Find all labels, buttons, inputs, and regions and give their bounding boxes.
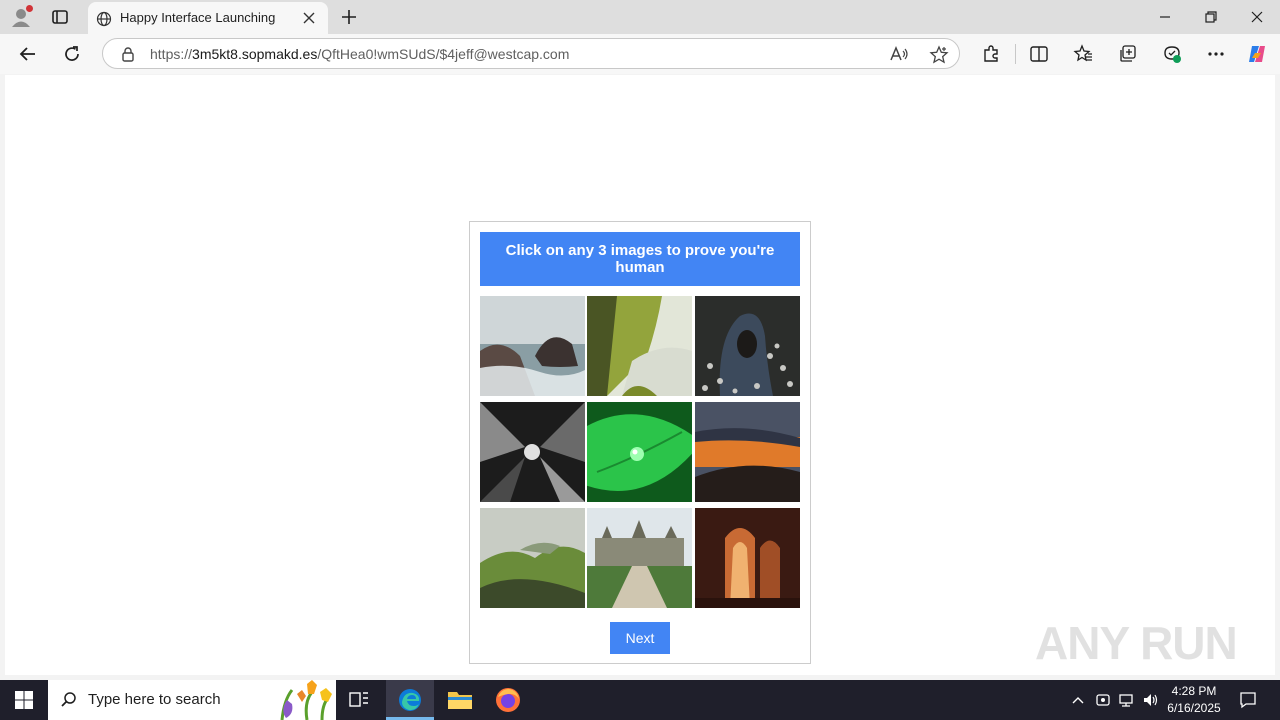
minimize-icon[interactable] — [1156, 8, 1174, 26]
close-tab-icon[interactable] — [302, 11, 316, 25]
split-screen-icon[interactable] — [1029, 44, 1049, 64]
green-mountains-image — [480, 508, 585, 608]
captcha-tile-sea-rocks[interactable] — [480, 296, 585, 396]
green-coast-image — [587, 296, 692, 396]
taskbar-edge-button[interactable] — [386, 680, 434, 720]
next-button[interactable]: Next — [610, 622, 670, 654]
windows-start-icon[interactable] — [14, 690, 34, 710]
page-viewport: Click on any 3 images to prove you're hu… — [5, 75, 1275, 675]
url-host: 3m5kt8.sopmakd.es — [192, 46, 318, 62]
captcha-tile-green-leaf-drop[interactable] — [587, 402, 692, 502]
show-hidden-icons-icon[interactable] — [1070, 692, 1086, 708]
refresh-icon[interactable] — [62, 44, 82, 64]
search-highlight-flowers-icon — [280, 680, 332, 720]
taskbar-clock[interactable]: 4:28 PM 6/16/2025 — [1160, 683, 1228, 717]
captcha-panel: Click on any 3 images to prove you're hu… — [469, 221, 811, 664]
watermark-text: ANY RUN — [1035, 617, 1238, 669]
taskbar: Type here to search 4:28 PM 6/16/2025 — [0, 680, 1280, 720]
captcha-tile-stone-arches[interactable] — [695, 508, 800, 608]
favorites-icon[interactable] — [1073, 44, 1093, 64]
file-explorer-icon[interactable] — [446, 688, 474, 712]
notification-dot — [26, 5, 33, 12]
restore-icon[interactable] — [1202, 8, 1220, 26]
url-path: /QftHea0!wmSUdS/$4jeff@westcap.com — [317, 46, 570, 62]
captcha-tile-hooded-figure[interactable] — [695, 296, 800, 396]
globe-icon — [96, 11, 112, 27]
new-tab-icon[interactable] — [340, 8, 358, 26]
site-info-icon[interactable] — [119, 45, 137, 63]
captcha-tile-concrete-towers[interactable] — [480, 402, 585, 502]
sea-rocks-image — [480, 296, 585, 396]
add-favorite-icon[interactable] — [929, 45, 949, 65]
green-leaf-drop-image — [587, 402, 692, 502]
firefox-icon[interactable] — [495, 687, 521, 713]
captcha-tile-green-mountains[interactable] — [480, 508, 585, 608]
clock-date: 6/16/2025 — [1167, 701, 1221, 715]
search-icon — [61, 692, 76, 707]
extensions-icon[interactable] — [981, 44, 1001, 64]
notification-center-icon[interactable] — [1238, 690, 1258, 710]
captcha-tile-green-coast[interactable] — [587, 296, 692, 396]
url-scheme: https:// — [150, 46, 193, 62]
browser-tab-active[interactable]: Happy Interface Launching — [88, 2, 328, 34]
edge-icon — [399, 689, 421, 711]
back-icon[interactable] — [18, 44, 38, 64]
volume-icon[interactable] — [1142, 692, 1158, 708]
tab-strip: Happy Interface Launching — [0, 0, 1280, 34]
captcha-tile-castle[interactable] — [587, 508, 692, 608]
tab-title: Happy Interface Launching — [120, 10, 276, 25]
collections-icon[interactable] — [1118, 44, 1138, 64]
captcha-heading: Click on any 3 images to prove you're hu… — [480, 232, 800, 286]
toolbar-separator — [1015, 44, 1016, 64]
address-bar[interactable]: https://3m5kt8.sopmakd.es/QftHea0!wmSUdS… — [102, 38, 960, 69]
close-window-icon[interactable] — [1248, 8, 1266, 26]
search-placeholder: Type here to search — [88, 691, 221, 708]
sunset-hills-image — [695, 402, 800, 502]
castle-image — [587, 508, 692, 608]
stone-arches-image — [695, 508, 800, 608]
settings-more-icon[interactable] — [1206, 44, 1226, 64]
task-view-icon[interactable] — [348, 690, 370, 710]
read-aloud-icon[interactable] — [889, 45, 909, 63]
meet-now-icon[interactable] — [1095, 692, 1111, 708]
hooded-figure-image — [695, 296, 800, 396]
concrete-towers-image — [480, 402, 585, 502]
taskbar-search[interactable]: Type here to search — [48, 680, 336, 720]
browser-toolbar: https://3m5kt8.sopmakd.es/QftHea0!wmSUdS… — [0, 34, 1280, 74]
captcha-tile-sunset-hills[interactable] — [695, 402, 800, 502]
network-icon[interactable] — [1118, 692, 1134, 708]
anyrun-watermark: ANY RUN — [1035, 608, 1238, 672]
clock-time: 4:28 PM — [1171, 684, 1217, 698]
url-text[interactable]: https://3m5kt8.sopmakd.es/QftHea0!wmSUdS… — [150, 46, 569, 62]
tab-actions-icon[interactable] — [50, 7, 70, 27]
copilot-icon[interactable] — [1246, 43, 1268, 65]
browser-essentials-icon[interactable] — [1162, 44, 1182, 64]
